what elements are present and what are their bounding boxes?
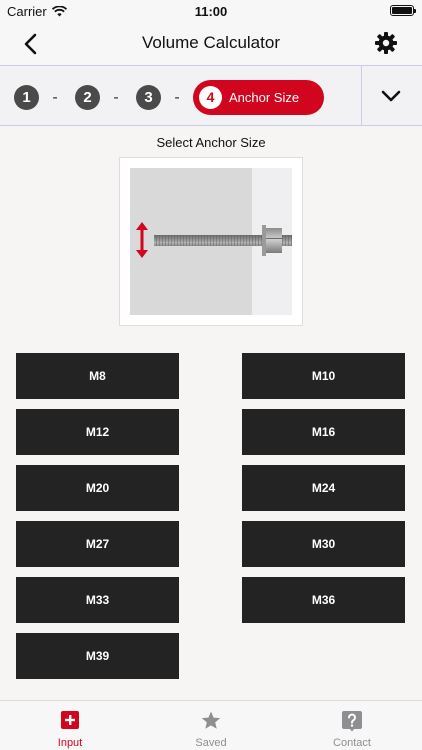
anchor-diagram [130, 168, 292, 315]
step-separator: - [174, 89, 180, 106]
step-1[interactable]: 1 [14, 85, 39, 110]
size-button-m27[interactable]: M27 [16, 521, 179, 567]
step-indicator: 1 - 2 - 3 - 4 Anchor Size [0, 65, 422, 126]
anchor-washer [262, 225, 266, 256]
tab-contact-label: Contact [333, 737, 371, 749]
size-button-m20[interactable]: M20 [16, 465, 179, 511]
size-button-m30[interactable]: M30 [242, 521, 405, 567]
tab-saved[interactable]: Saved [141, 701, 281, 750]
active-step-number: 4 [199, 86, 222, 109]
clock: 11:00 [194, 4, 228, 19]
step-separator: - [113, 89, 119, 106]
star-icon [201, 711, 221, 729]
step-3[interactable]: 3 [136, 85, 161, 110]
tab-saved-label: Saved [195, 737, 227, 749]
section-label: Select Anchor Size [156, 135, 266, 150]
status-bar: Carrier 11:00 [0, 0, 422, 22]
anchor-nut [266, 228, 282, 253]
settings-button[interactable] [374, 31, 398, 55]
step-separator: - [52, 89, 58, 106]
size-button-m39[interactable]: M39 [16, 633, 179, 679]
anchor-illustration [119, 157, 303, 326]
step-2[interactable]: 2 [75, 85, 100, 110]
page-title: Volume Calculator [142, 33, 280, 52]
active-step-label: Anchor Size [229, 90, 300, 105]
battery-icon [390, 5, 416, 16]
gear-icon [375, 32, 397, 54]
size-button-m24[interactable]: M24 [242, 465, 405, 511]
tab-bar: Input Saved Contact [0, 700, 422, 750]
tab-contact[interactable]: Contact [282, 701, 422, 750]
plus-square-icon [61, 711, 79, 729]
size-button-m36[interactable]: M36 [242, 577, 405, 623]
tab-input[interactable]: Input [0, 701, 140, 750]
question-square-icon [342, 711, 362, 732]
stepper-divider [361, 66, 362, 125]
step-4-active[interactable]: 4 Anchor Size [193, 80, 324, 115]
expand-steps-button[interactable] [378, 84, 404, 108]
size-button-m33[interactable]: M33 [16, 577, 179, 623]
size-button-m10[interactable]: M10 [242, 353, 405, 399]
chevron-down-icon [381, 90, 401, 102]
size-button-m16[interactable]: M16 [242, 409, 405, 455]
size-button-m12[interactable]: M12 [16, 409, 179, 455]
tab-input-label: Input [57, 737, 83, 749]
navigation-bar: Volume Calculator [0, 22, 422, 64]
size-button-m8[interactable]: M8 [16, 353, 179, 399]
